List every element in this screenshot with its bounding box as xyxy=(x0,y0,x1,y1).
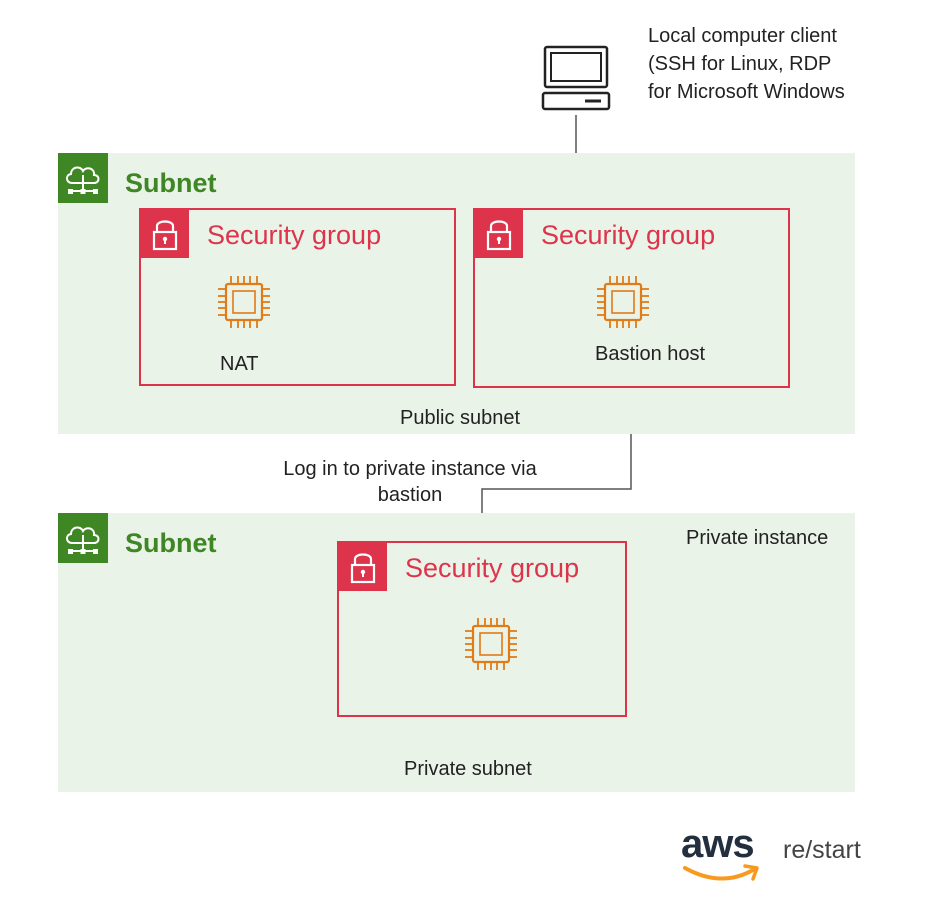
aws-restart-logo: aws re/start xyxy=(681,822,881,892)
public-subnet-caption: Public subnet xyxy=(400,407,521,429)
client-label-line-1: Local computer client xyxy=(648,25,837,47)
client-label: Local computer client (SSH for Linux, RD… xyxy=(648,22,845,106)
connection-label-line-1: Log in to private instance via xyxy=(283,458,537,480)
public-subnet: Subnet Security group NAT Security group… xyxy=(58,153,855,434)
aws-wordmark: aws xyxy=(681,822,755,866)
chip-icon xyxy=(597,276,649,328)
security-group-private: Security group xyxy=(337,541,627,717)
padlock-icon xyxy=(475,210,523,258)
security-group-bastion-title: Security group xyxy=(541,220,716,250)
security-group-nat: Security group NAT xyxy=(139,208,456,386)
cloud-network-icon xyxy=(58,513,108,563)
chip-icon xyxy=(465,618,517,670)
security-group-bastion: Security group Bastion host xyxy=(473,208,790,388)
client-label-line-2: (SSH for Linux, RDP xyxy=(648,53,832,75)
padlock-icon xyxy=(141,210,189,258)
private-subnet-caption: Private subnet xyxy=(404,758,532,780)
private-subnet: Subnet Private instance Security group P… xyxy=(58,513,855,792)
security-group-nat-title: Security group xyxy=(207,220,382,250)
restart-text: re/start xyxy=(783,836,861,864)
padlock-icon xyxy=(339,543,387,591)
chip-icon xyxy=(218,276,270,328)
connection-label-line-2: bastion xyxy=(377,484,443,506)
aws-smile-icon xyxy=(683,864,759,881)
public-subnet-title: Subnet xyxy=(125,168,217,198)
computer-icon xyxy=(541,45,611,111)
client-label-line-3: for Microsoft Windows xyxy=(648,81,845,103)
cloud-network-icon xyxy=(58,153,108,203)
private-subnet-title: Subnet xyxy=(125,528,217,558)
bastion-host-label: Bastion host xyxy=(595,343,706,365)
connection-label: Log in to private instance via bastion xyxy=(260,456,560,508)
security-group-private-title: Security group xyxy=(405,553,580,583)
nat-label: NAT xyxy=(220,353,259,375)
private-instance-label: Private instance xyxy=(686,527,829,549)
